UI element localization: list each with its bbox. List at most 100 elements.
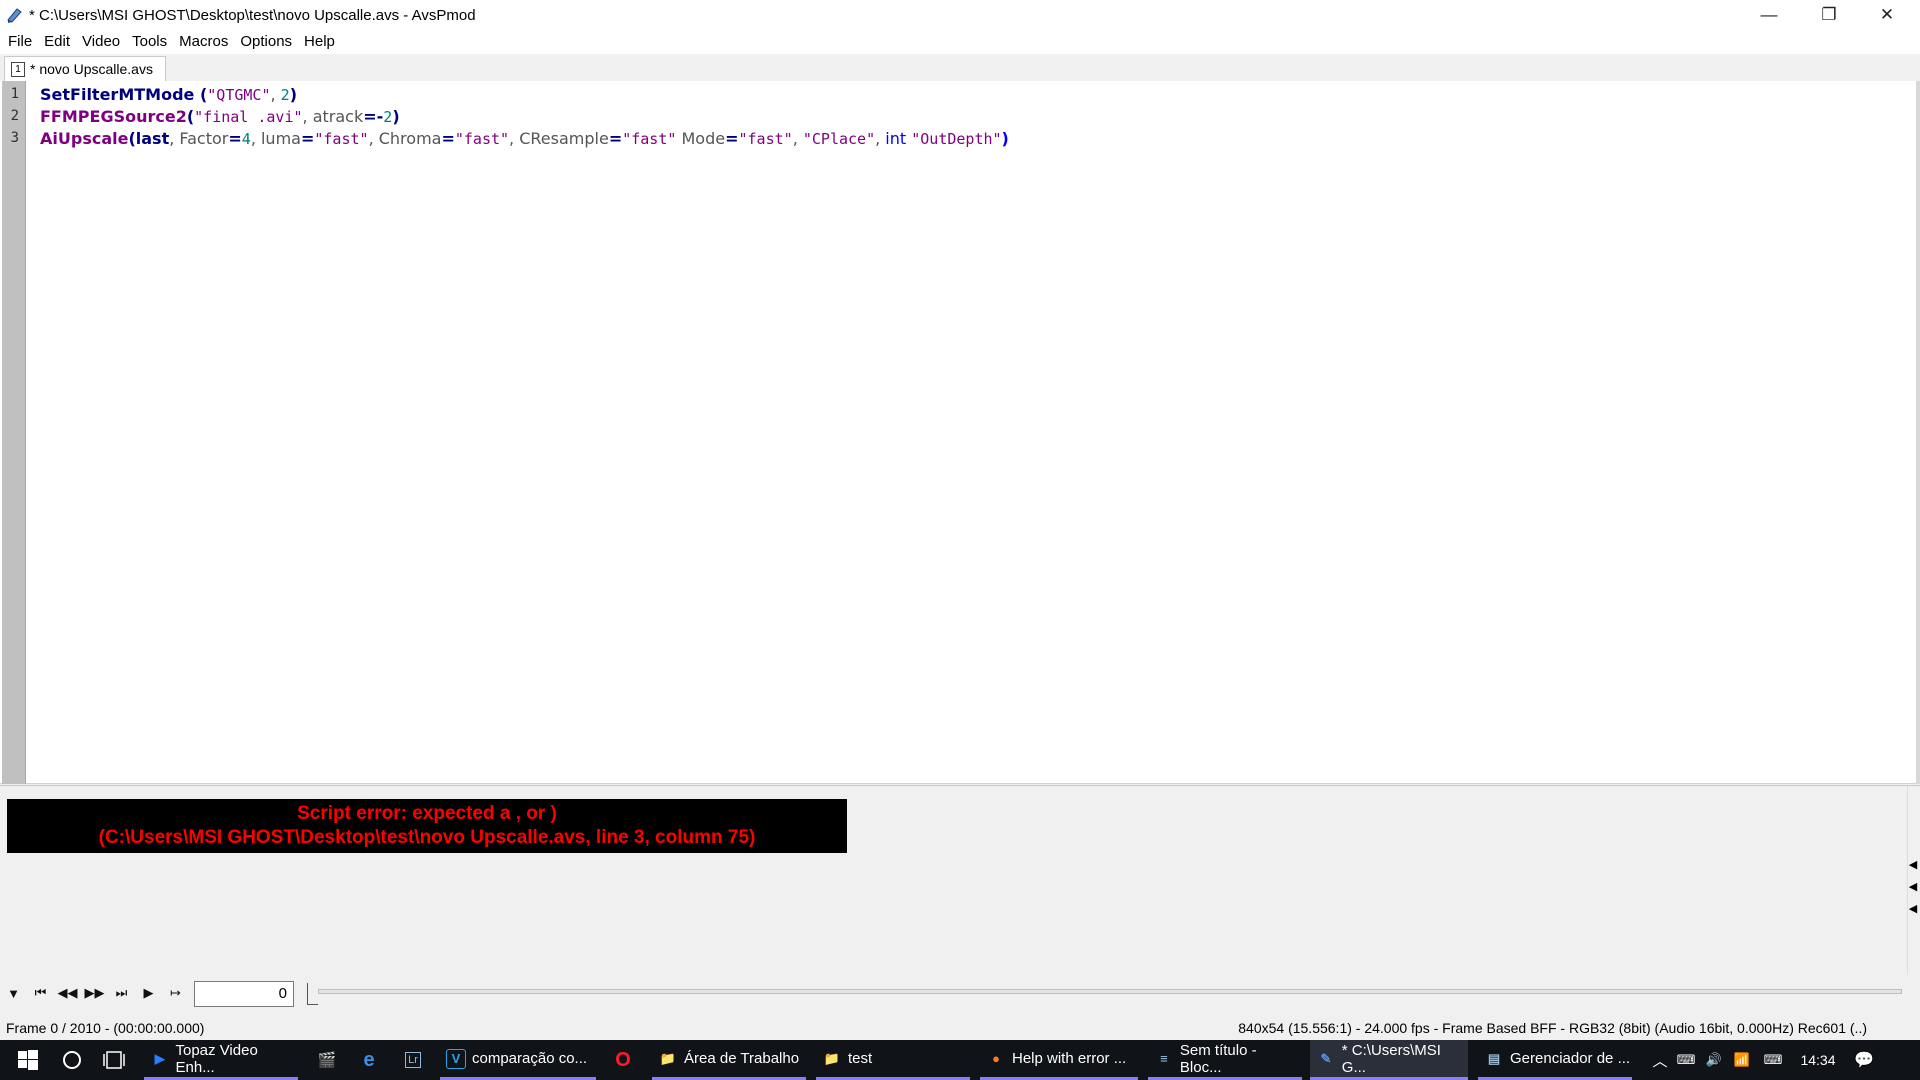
cortana-button[interactable] bbox=[54, 1040, 90, 1080]
notepad-icon: ≡ bbox=[1160, 1051, 1168, 1066]
wifi-icon[interactable]: 📶 bbox=[1728, 1052, 1756, 1068]
notifications-icon[interactable]: 💬 bbox=[1846, 1050, 1882, 1070]
clapperboard-icon: 🎬 bbox=[317, 1052, 337, 1069]
close-button[interactable]: ✕ bbox=[1858, 0, 1916, 30]
menu-help[interactable]: Help bbox=[298, 30, 341, 54]
menu-edit[interactable]: Edit bbox=[38, 30, 76, 54]
opera-icon: O bbox=[615, 1048, 631, 1071]
frame-slider[interactable] bbox=[318, 989, 1902, 994]
taskbar-app-label: * C:\Users\MSI G... bbox=[1341, 1041, 1441, 1076]
status-bar: Frame 0 / 2010 - (00:00:00.000) 840x54 (… bbox=[0, 1011, 1920, 1040]
system-tray: ︿ ⌨ 🔊 📶 ⌨ 14:34 💬 bbox=[1648, 1040, 1882, 1080]
keyboard-icon[interactable]: ⌨ bbox=[1756, 1052, 1790, 1068]
minimize-icon: — bbox=[1760, 5, 1778, 24]
lightroom-icon: Lr bbox=[405, 1052, 421, 1068]
number-literal: 4 bbox=[241, 130, 251, 148]
collapse-arrow-icon[interactable]: ◀ bbox=[1908, 854, 1918, 876]
code-line-3: AiUpscale(last, Factor=4, luma="fast", C… bbox=[40, 128, 1009, 150]
play-button[interactable]: ▶ bbox=[135, 978, 162, 1008]
language-icon[interactable]: ⌨ bbox=[1672, 1052, 1700, 1068]
show-hidden-icons-icon[interactable]: ︿ bbox=[1648, 1050, 1672, 1071]
previous-frame-button[interactable]: ◀◀ bbox=[54, 978, 81, 1008]
line-number: 3 bbox=[10, 130, 19, 146]
paren: ) bbox=[392, 107, 400, 126]
editor-scrollbar[interactable] bbox=[1916, 81, 1920, 784]
function-name: FFMPEGSource2 bbox=[40, 107, 187, 126]
string-literal: "final .avi" bbox=[194, 108, 303, 126]
frame-status: Frame 0 / 2010 - (00:00:00.000) bbox=[6, 1020, 205, 1036]
taskbar-app-topaz[interactable]: ▶ Topaz Video Enh... bbox=[144, 1040, 298, 1080]
taskbar-app-comparacao[interactable]: V comparação co... bbox=[440, 1040, 596, 1080]
taskbar-app-label: comparação co... bbox=[472, 1050, 588, 1067]
lightroom-app-button[interactable]: Lr bbox=[400, 1040, 426, 1080]
task-manager-icon: ▤ bbox=[1487, 1050, 1501, 1066]
playback-bar: ▼ ⏮ ◀◀ ▶▶ ⏭ ▶ ↦ 0 bbox=[0, 975, 1920, 1011]
argument-name: atrack bbox=[312, 107, 364, 126]
argument-name: Mode bbox=[681, 129, 726, 148]
string-literal: "OutDepth" bbox=[911, 130, 1002, 148]
frame-number-input[interactable]: 0 bbox=[194, 981, 294, 1007]
code-area[interactable]: SetFilterMTMode ("QTGMC", 2) FFMPEGSourc… bbox=[40, 84, 1009, 150]
dropdown-arrow-button[interactable]: ▼ bbox=[0, 978, 27, 1008]
menu-video[interactable]: Video bbox=[76, 30, 126, 54]
next-frame-button[interactable]: ▶▶ bbox=[81, 978, 108, 1008]
menu-options[interactable]: Options bbox=[234, 30, 298, 54]
error-line-2: (C:\Users\MSI GHOST\Desktop\test\novo Up… bbox=[98, 827, 756, 848]
paren: ( bbox=[128, 129, 136, 148]
clapperboard-app-button[interactable]: 🎬 bbox=[314, 1040, 340, 1080]
start-button[interactable] bbox=[10, 1040, 46, 1080]
menu-macros[interactable]: Macros bbox=[173, 30, 234, 54]
taskbar-app-avspmod[interactable]: ✎ * C:\Users\MSI G... bbox=[1310, 1040, 1468, 1080]
operator: =- bbox=[363, 107, 384, 126]
title-bar: * C:\Users\MSI GHOST\Desktop\test\novo U… bbox=[0, 0, 1920, 30]
collapse-arrow-icon[interactable]: ◀ bbox=[1908, 898, 1918, 920]
menu-tools[interactable]: Tools bbox=[126, 30, 173, 54]
script-error-message: Script error: expected a , or ) (C:\User… bbox=[7, 799, 847, 853]
tab-novo-upscalle[interactable]: 1 * novo Upscalle.avs bbox=[4, 56, 166, 81]
taskbar-app-label: Help with error ... bbox=[1012, 1050, 1127, 1067]
video-editor-icon: V bbox=[446, 1048, 466, 1069]
line-number-gutter: 1 2 3 bbox=[2, 81, 26, 784]
separator: , bbox=[792, 129, 803, 148]
volume-icon[interactable]: 🔊 bbox=[1700, 1052, 1728, 1068]
function-name: SetFilterMTMode bbox=[40, 85, 195, 104]
argument-name: Factor bbox=[179, 129, 229, 148]
edge-icon: e bbox=[363, 1048, 375, 1071]
edge-app-button[interactable]: e bbox=[356, 1040, 382, 1080]
menu-file[interactable]: File bbox=[2, 30, 38, 54]
frame-slider-thumb[interactable] bbox=[307, 983, 318, 1005]
video-preview-panel: Script error: expected a , or ) (C:\User… bbox=[0, 785, 1920, 976]
taskbar-app-area-de-trabalho[interactable]: 📁 Área de Trabalho bbox=[652, 1040, 806, 1080]
string-literal: "fast" bbox=[622, 130, 677, 148]
goto-frame-button[interactable]: ↦ bbox=[162, 978, 189, 1008]
last-frame-button[interactable]: ⏭ bbox=[108, 978, 135, 1008]
taskbar-app-notepad[interactable]: ≡ Sem título - Bloc... bbox=[1148, 1040, 1302, 1080]
separator: , bbox=[270, 85, 281, 104]
paren: ) bbox=[289, 85, 297, 104]
folder-icon: 📁 bbox=[659, 1050, 677, 1066]
firefox-icon: ● bbox=[992, 1051, 1000, 1066]
first-frame-button[interactable]: ⏮ bbox=[27, 978, 54, 1008]
taskbar-app-label: Topaz Video Enh... bbox=[175, 1041, 258, 1076]
maximize-button[interactable]: ❐ bbox=[1800, 0, 1858, 30]
task-view-button[interactable] bbox=[96, 1040, 132, 1080]
taskbar-app-firefox[interactable]: ● Help with error ... bbox=[980, 1040, 1138, 1080]
minimize-button[interactable]: — bbox=[1740, 0, 1798, 30]
string-literal: "CPlace" bbox=[802, 130, 876, 148]
string-literal: "fast" bbox=[454, 130, 510, 148]
tab-strip: 1 * novo Upscalle.avs bbox=[0, 54, 1920, 81]
windows-taskbar: ▶ Topaz Video Enh... 🎬 e Lr V comparação… bbox=[0, 1040, 1920, 1080]
number-literal: 2 bbox=[383, 108, 393, 126]
taskbar-app-test[interactable]: 📁 test bbox=[816, 1040, 970, 1080]
collapse-arrow-icon[interactable]: ◀ bbox=[1908, 876, 1918, 898]
separator: , bbox=[250, 129, 261, 148]
menu-bar: File Edit Video Tools Macros Options Hel… bbox=[0, 30, 1920, 54]
opera-app-button[interactable]: O bbox=[610, 1040, 636, 1080]
taskbar-app-task-manager[interactable]: ▤ Gerenciador de ... bbox=[1478, 1040, 1632, 1080]
script-editor[interactable]: 1 2 3 SetFilterMTMode ("QTGMC", 2) FFMPE… bbox=[0, 81, 1916, 784]
separator: , bbox=[368, 129, 379, 148]
search-circle-icon bbox=[63, 1051, 81, 1069]
clock[interactable]: 14:34 bbox=[1790, 1052, 1846, 1068]
skip-forward-icon: ⏭ bbox=[115, 985, 128, 1000]
folder-icon: 📁 bbox=[823, 1050, 841, 1066]
